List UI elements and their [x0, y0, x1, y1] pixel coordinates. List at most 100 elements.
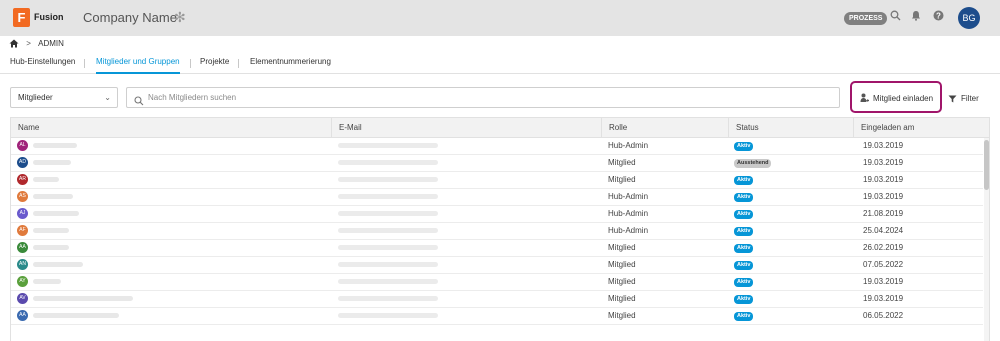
filter-label: Filter: [961, 94, 979, 103]
dropdown-value: Mitglieder: [18, 93, 53, 102]
breadcrumb-separator: >: [26, 39, 31, 49]
redacted-name: [33, 245, 69, 250]
status-badge: Aktiv: [734, 295, 754, 304]
role-cell: Mitglied: [608, 243, 636, 252]
table-row[interactable]: AL Hub-Admin Aktiv 19.03.2019: [11, 138, 983, 155]
avatar: AV: [17, 293, 28, 304]
redacted-name: [33, 194, 73, 199]
avatar: AD: [17, 157, 28, 168]
redacted-name: [33, 279, 61, 284]
role-cell: Mitglied: [608, 158, 636, 167]
redacted-email: [338, 296, 438, 301]
invited-date-cell: 25.04.2024: [863, 226, 904, 235]
search-icon[interactable]: [888, 10, 902, 24]
redacted-email: [338, 194, 438, 199]
status-badge: Aktiv: [734, 193, 754, 202]
member-type-dropdown[interactable]: Mitglieder ⌄: [10, 87, 118, 108]
avatar: AS: [17, 191, 28, 202]
fusion-logo-text: Fusion: [34, 12, 64, 22]
filter-icon: [948, 95, 957, 103]
redacted-email: [338, 211, 438, 216]
invited-date-cell: 19.03.2019: [863, 175, 904, 184]
breadcrumb-current: ADMIN: [38, 39, 64, 49]
role-cell: Hub-Admin: [608, 209, 649, 218]
status-badge: Aktiv: [734, 227, 754, 236]
redacted-email: [338, 177, 438, 182]
column-header-status[interactable]: Status: [729, 118, 854, 138]
tab-mitglieder-und-gruppen[interactable]: Mitglieder und Gruppen: [96, 57, 180, 74]
search-icon: [134, 93, 144, 106]
search-input[interactable]: [148, 90, 748, 105]
table-row[interactable]: AA Mitglied Aktiv 26.02.2019: [11, 240, 983, 257]
table-row[interactable]: AF Hub-Admin Aktiv 25.04.2024: [11, 223, 983, 240]
column-header-email[interactable]: E-Mail: [332, 118, 602, 138]
table-row[interactable]: AN Mitglied Aktiv 07.05.2022: [11, 257, 983, 274]
invited-date-cell: 26.02.2019: [863, 243, 904, 252]
status-badge: Aktiv: [734, 176, 754, 185]
table-row[interactable]: AV Mitglied Aktiv 19.03.2019: [11, 291, 983, 308]
column-header-name[interactable]: Name: [11, 118, 332, 138]
redacted-name: [33, 177, 59, 182]
invite-member-button[interactable]: Mitglied einladen: [850, 81, 942, 113]
redacted-email: [338, 313, 438, 318]
tab-projekte[interactable]: Projekte: [200, 57, 229, 74]
tab-divider: [238, 59, 239, 68]
role-cell: Mitglied: [608, 277, 636, 286]
bell-icon[interactable]: [909, 10, 923, 24]
scrollbar-thumb[interactable]: [984, 140, 989, 190]
invited-date-cell: 19.03.2019: [863, 158, 904, 167]
table-row[interactable]: AY Mitglied Aktiv 19.03.2019: [11, 274, 983, 291]
redacted-email: [338, 245, 438, 250]
invited-date-cell: 06.05.2022: [863, 311, 904, 320]
redacted-name: [33, 143, 77, 148]
role-cell: Hub-Admin: [608, 226, 649, 235]
redacted-name: [33, 313, 119, 318]
status-badge: Aktiv: [734, 210, 754, 219]
status-badge: Aktiv: [734, 142, 754, 151]
role-cell: Mitglied: [608, 311, 636, 320]
avatar: AF: [17, 225, 28, 236]
fusion-logo[interactable]: F: [13, 8, 30, 27]
help-icon[interactable]: ?: [931, 10, 945, 24]
redacted-name: [33, 211, 79, 216]
prozess-badge[interactable]: PROZESS: [844, 12, 888, 25]
add-user-icon: [860, 93, 869, 103]
tab-hub-einstellungen[interactable]: Hub-Einstellungen: [10, 57, 75, 74]
table-row[interactable]: AJ Hub-Admin Aktiv 21.08.2019: [11, 206, 983, 223]
invited-date-cell: 21.08.2019: [863, 209, 904, 218]
redacted-email: [338, 228, 438, 233]
snowflake-icon[interactable]: ✻: [174, 10, 186, 24]
home-icon[interactable]: [9, 39, 19, 48]
role-cell: Hub-Admin: [608, 192, 649, 201]
role-cell: Mitglied: [608, 260, 636, 269]
invited-date-cell: 07.05.2022: [863, 260, 904, 269]
svg-text:?: ?: [936, 11, 941, 20]
table-row[interactable]: AS Hub-Admin Aktiv 19.03.2019: [11, 189, 983, 206]
avatar: AL: [17, 140, 28, 151]
redacted-name: [33, 262, 83, 267]
column-header-role[interactable]: Rolle: [602, 118, 729, 138]
role-cell: Mitglied: [608, 175, 636, 184]
redacted-email: [338, 160, 438, 165]
avatar: AA: [17, 242, 28, 253]
table-row[interactable]: AA Mitglied Aktiv 06.05.2022: [11, 308, 983, 325]
company-name[interactable]: Company Name: [83, 10, 177, 25]
tab-elementnummerierung[interactable]: Elementnummerierung: [250, 57, 331, 74]
member-search[interactable]: [126, 87, 840, 108]
filter-button[interactable]: Filter: [948, 94, 979, 103]
table-row[interactable]: AD Mitglied Ausstehend 19.03.2019: [11, 155, 983, 172]
tab-bar: Hub-Einstellungen Mitglieder und Gruppen…: [0, 54, 1000, 74]
user-avatar[interactable]: BG: [958, 7, 980, 29]
redacted-email: [338, 143, 438, 148]
breadcrumb: > ADMIN: [9, 39, 64, 49]
table-row[interactable]: AR Mitglied Aktiv 19.03.2019: [11, 172, 983, 189]
avatar: AR: [17, 174, 28, 185]
status-badge: Aktiv: [734, 278, 754, 287]
avatar: AJ: [17, 208, 28, 219]
role-cell: Mitglied: [608, 294, 636, 303]
column-header-invited[interactable]: Eingeladen am: [854, 118, 983, 138]
redacted-email: [338, 279, 438, 284]
invite-member-label: Mitglied einladen: [873, 94, 934, 103]
redacted-email: [338, 262, 438, 267]
status-badge: Aktiv: [734, 312, 754, 321]
